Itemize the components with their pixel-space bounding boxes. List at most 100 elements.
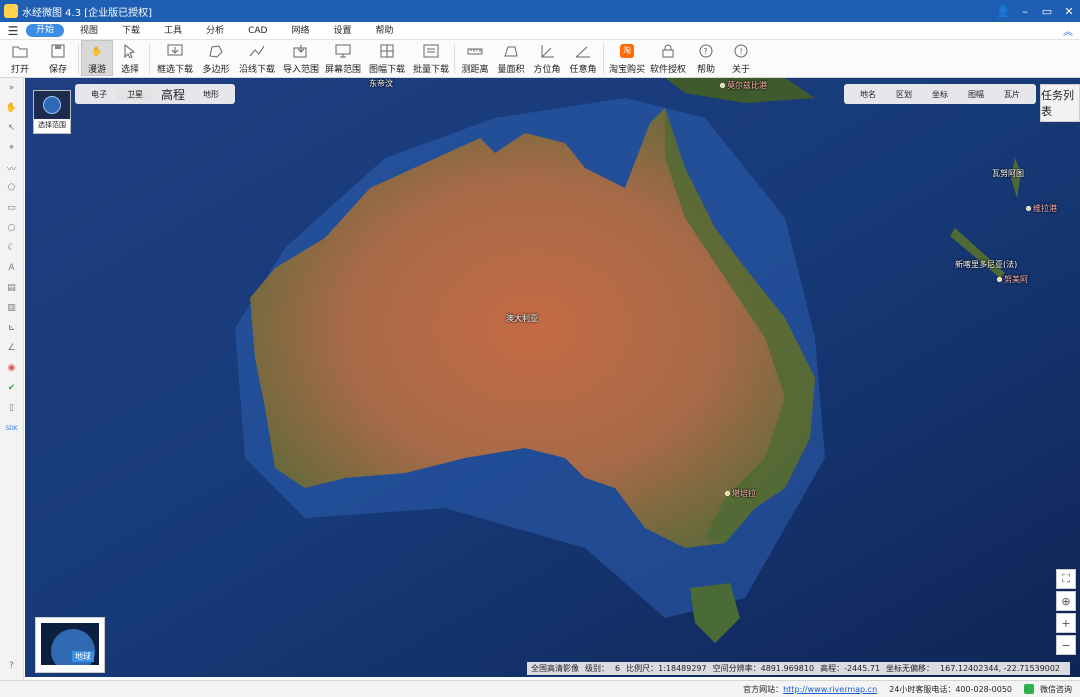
overlay-sheets[interactable]: 图幅: [958, 89, 994, 100]
polygon-button[interactable]: 多边形: [198, 40, 234, 76]
tab-terrain[interactable]: 地形: [193, 89, 229, 100]
text-icon[interactable]: A: [0, 258, 24, 278]
locate-icon[interactable]: ⊕: [1056, 591, 1076, 611]
check-icon[interactable]: ✔: [0, 378, 24, 398]
label-noumea: 努美阿: [997, 274, 1028, 285]
label-vanuatu: 瓦努阿图: [992, 169, 1024, 178]
measure-area-button[interactable]: 量面积: [493, 40, 529, 76]
ruler-icon[interactable]: ▤: [0, 278, 24, 298]
overlay-coordinates[interactable]: 坐标: [922, 89, 958, 100]
status-scale-label: 比例尺：: [626, 664, 659, 673]
menu-help[interactable]: 帮助: [363, 22, 405, 40]
ribbon-toolbar: 打开 保存 ✋ 漫游 选择 框选下载 多边形 沿线下载 导入范围 屏幕范围 图幅…: [0, 40, 1080, 78]
tab-elevation[interactable]: 高程: [153, 86, 193, 103]
taobao-icon: 淘: [619, 43, 635, 59]
zoom-in-button[interactable]: +: [1056, 613, 1076, 633]
city-dot-icon: [997, 277, 1002, 282]
layer-switch[interactable]: 选择范围: [33, 90, 71, 134]
maximize-button[interactable]: ▭: [1036, 5, 1058, 18]
sdk-icon[interactable]: SDK: [0, 418, 24, 438]
overlay-tabs: 地名 区划 坐标 图幅 瓦片: [844, 84, 1036, 104]
any-angle-button[interactable]: 任意角: [565, 40, 601, 76]
hamburger-menu-icon[interactable]: ☰: [0, 24, 26, 38]
batch-download-button[interactable]: 批量下载: [410, 40, 452, 76]
tab-satellite[interactable]: 卫星: [117, 88, 153, 100]
angle-icon[interactable]: ∠: [0, 338, 24, 358]
menu-start[interactable]: 开始: [26, 24, 65, 37]
save-button[interactable]: 保存: [40, 40, 76, 76]
angle-icon: [575, 43, 591, 59]
overlay-tiles[interactable]: 瓦片: [994, 89, 1030, 100]
import-range-button[interactable]: 导入范围: [280, 40, 322, 76]
azimuth-icon[interactable]: ⊾: [0, 318, 24, 338]
license-button[interactable]: 软件授权: [648, 40, 688, 76]
pointer-icon[interactable]: ↖: [0, 118, 24, 138]
task-list-button[interactable]: 任务列表: [1040, 84, 1080, 122]
area-icon[interactable]: ▥: [0, 298, 24, 318]
rect-download-button[interactable]: 框选下载: [152, 40, 198, 76]
menu-cad[interactable]: CAD: [236, 22, 279, 40]
line-download-icon: [249, 43, 265, 59]
marker-icon[interactable]: ⌖: [0, 138, 24, 158]
layer-switch-label: 选择范围: [38, 121, 66, 129]
circle-icon[interactable]: ○: [0, 218, 24, 238]
phone-icon[interactable]: ▯: [0, 398, 24, 418]
azimuth-button[interactable]: 方位角: [529, 40, 565, 76]
close-button[interactable]: ✕: [1058, 5, 1080, 18]
menu-analysis[interactable]: 分析: [194, 22, 236, 40]
fullscreen-icon[interactable]: ⛶: [1056, 569, 1076, 589]
menu-bar: ☰ 开始 视图 下载 工具 分析 CAD 网络 设置 帮助 ︽: [0, 22, 1080, 40]
hand-icon[interactable]: ✋: [0, 98, 24, 118]
select-button[interactable]: 选择: [113, 40, 147, 76]
moon-icon[interactable]: ☾: [0, 238, 24, 258]
user-icon[interactable]: 👤: [992, 5, 1014, 18]
help-icon[interactable]: ?: [0, 656, 24, 676]
measure-distance-button[interactable]: 测距离: [457, 40, 493, 76]
svg-text:?: ?: [704, 47, 708, 56]
wechat-consult[interactable]: 微信咨询: [1040, 684, 1072, 695]
map-canvas[interactable]: 选择范围 电子 卫星 高程 地形 地名 区划 坐标 图幅 瓦片 任务列表 东帝汶…: [25, 78, 1080, 677]
status-scale: 1:18489297: [658, 664, 707, 673]
menu-tools[interactable]: 工具: [152, 22, 194, 40]
about-button[interactable]: ! 关于: [724, 40, 758, 76]
help-button[interactable]: ? 帮助: [688, 40, 724, 76]
app-logo-icon: [4, 4, 18, 18]
screen-range-button[interactable]: 屏幕范围: [322, 40, 364, 76]
status-coords: 167.12402344, -22.71539002: [940, 664, 1060, 673]
polygon-icon[interactable]: ⬠: [0, 178, 24, 198]
zoom-out-button[interactable]: −: [1056, 635, 1076, 655]
site-link[interactable]: http://www.rivermap.cn: [783, 685, 877, 694]
svg-text:!: !: [740, 47, 743, 56]
minimize-button[interactable]: –: [1014, 5, 1036, 18]
menu-download[interactable]: 下载: [110, 22, 152, 40]
menu-network[interactable]: 网络: [279, 22, 321, 40]
polyline-icon[interactable]: 〰: [0, 158, 24, 178]
label-australia: 澳大利亚: [506, 314, 538, 323]
line-download-button[interactable]: 沿线下载: [234, 40, 280, 76]
menu-settings[interactable]: 设置: [321, 22, 363, 40]
globe-view-button[interactable]: 地球: [35, 617, 105, 673]
globe-label: 地球: [72, 651, 94, 662]
save-label: 保存: [48, 65, 67, 75]
overlay-divisions[interactable]: 区划: [886, 89, 922, 100]
layers-icon[interactable]: ◉: [0, 358, 24, 378]
pan-button[interactable]: ✋ 漫游: [81, 40, 113, 76]
label-port-moresby: 莫尔兹比港: [720, 80, 767, 91]
grid-icon: [379, 43, 395, 59]
collapse-ribbon-icon[interactable]: ︽: [1056, 23, 1080, 38]
taobao-buy-button[interactable]: 淘 淘宝购买: [606, 40, 648, 76]
overlay-place-names[interactable]: 地名: [850, 89, 886, 100]
about-label: 关于: [731, 65, 750, 75]
open-button[interactable]: 打开: [0, 40, 40, 76]
site-label: 官方网站：: [743, 684, 784, 694]
select-label: 选择: [120, 65, 139, 75]
sheet-download-button[interactable]: 图幅下载: [364, 40, 410, 76]
batch-download-label: 批量下载: [412, 65, 449, 75]
phone-label: 24小时客服电话：: [889, 684, 956, 694]
sheet-download-label: 图幅下载: [368, 65, 405, 75]
rectangle-icon[interactable]: ▭: [0, 198, 24, 218]
tab-electronic[interactable]: 电子: [81, 89, 117, 100]
expand-icon[interactable]: »: [0, 78, 24, 98]
status-source: 全国高清影像: [531, 664, 580, 673]
menu-view[interactable]: 视图: [68, 22, 110, 40]
